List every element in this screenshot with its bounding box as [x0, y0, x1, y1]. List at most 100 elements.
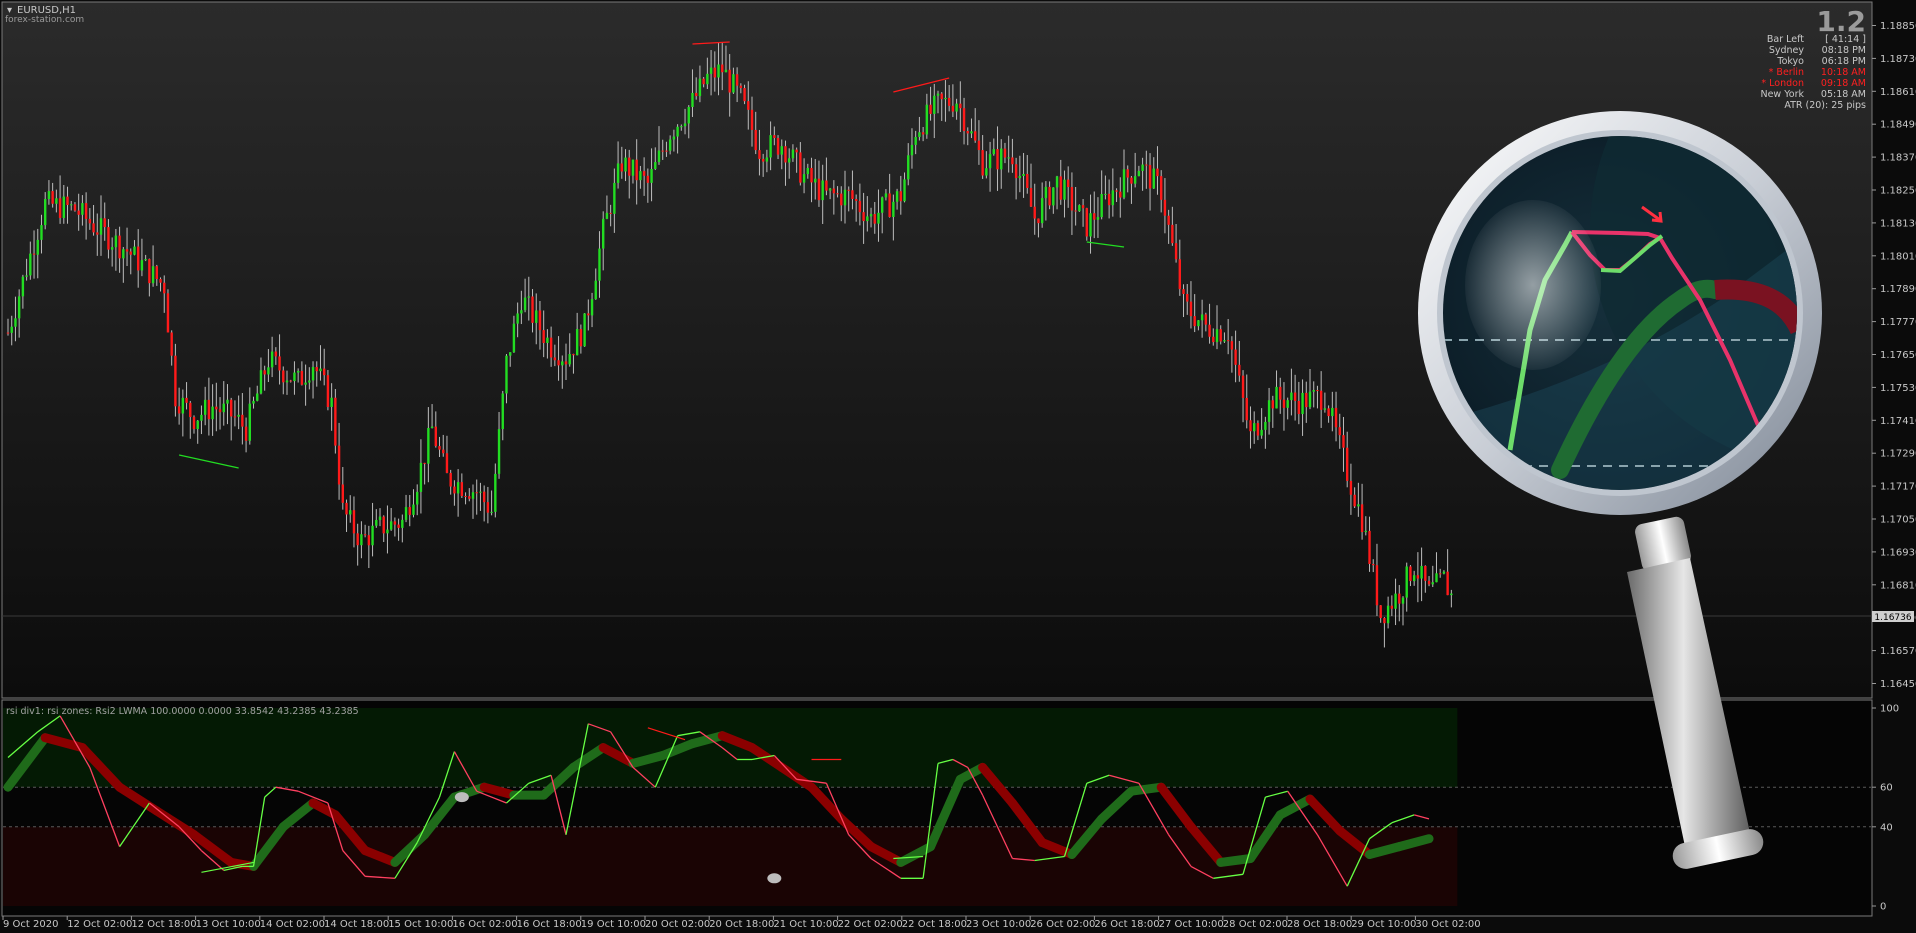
candle-body	[300, 370, 304, 385]
candle-body	[873, 214, 876, 224]
candle-body	[788, 158, 791, 163]
candle-body	[1442, 571, 1446, 574]
candle-body	[1427, 580, 1431, 585]
candle-body	[721, 64, 724, 73]
rsi-tick-label: 0	[1880, 902, 1886, 913]
candle-body	[624, 157, 627, 172]
candle-body	[639, 171, 642, 181]
candle-body	[408, 507, 411, 515]
candle-body	[196, 420, 199, 429]
candle-body	[977, 140, 981, 151]
candle-body	[1409, 566, 1412, 582]
candle-body	[572, 354, 575, 356]
candle-body	[1379, 605, 1382, 619]
candle-body	[557, 360, 560, 366]
candle-body	[163, 282, 166, 294]
candle-body	[1096, 217, 1100, 220]
candle-body	[974, 131, 977, 141]
info-row-value: 10:18 AM	[1821, 67, 1866, 78]
price-tick-label: 1.17650	[1880, 350, 1916, 361]
candle-body	[464, 495, 467, 497]
time-tick-label: 12 Oct 18:00	[131, 919, 196, 930]
candle-body	[1040, 198, 1044, 224]
candle-body	[583, 313, 586, 347]
candle-body	[445, 453, 449, 473]
candle-body	[892, 201, 895, 217]
candle-body	[1104, 193, 1107, 195]
candle-body	[542, 330, 545, 343]
candle-body	[289, 380, 292, 382]
candle-body	[77, 210, 80, 215]
candle-body	[319, 368, 322, 372]
candle-body	[304, 382, 307, 385]
candle-body	[363, 534, 367, 536]
candle-body	[1178, 259, 1181, 290]
time-tick-label: 23 Oct 10:00	[966, 919, 1031, 930]
candle-body	[1394, 593, 1397, 609]
candle-body	[226, 399, 229, 404]
candle-body	[1260, 429, 1263, 436]
candle-body	[1286, 400, 1289, 408]
info-row-label: Tokyo	[1776, 56, 1804, 67]
candle-body	[665, 150, 668, 152]
candle-body	[564, 361, 568, 365]
rsi-overbought-zone	[3, 708, 1458, 788]
time-tick-label: 14 Oct 02:00	[260, 919, 325, 930]
candle-body	[181, 397, 185, 414]
time-tick-label: 30 Oct 02:00	[1415, 919, 1480, 930]
candle-body	[1279, 386, 1282, 400]
time-tick-label: 15 Oct 10:00	[388, 919, 453, 930]
candle-body	[1119, 191, 1122, 198]
candle-body	[765, 157, 769, 162]
candle-body	[754, 129, 757, 151]
info-row-label: Bar Left	[1767, 34, 1804, 45]
time-tick-label: 9 Oct 2020	[3, 919, 58, 930]
time-tick-label: 16 Oct 18:00	[517, 919, 582, 930]
candle-body	[1293, 392, 1297, 401]
candle-body	[732, 74, 735, 93]
atr-label: ATR (20): 25 pips	[1784, 100, 1866, 111]
candle-body	[21, 276, 25, 297]
candle-body	[646, 175, 650, 183]
candle-body	[222, 403, 225, 413]
candle-body	[88, 218, 92, 224]
candle-body	[899, 191, 902, 202]
candle-body	[628, 157, 631, 176]
candle-body	[758, 150, 761, 159]
candle-body	[769, 135, 772, 158]
candle-body	[535, 310, 538, 323]
price-tick-label: 1.17890	[1880, 284, 1916, 295]
price-tick-label: 1.17410	[1880, 416, 1916, 427]
candle-body	[925, 104, 929, 135]
candle-body	[148, 259, 151, 284]
candle-body	[1093, 213, 1096, 220]
rsi-axis: 100 60 40 0	[1872, 704, 1899, 913]
candle-body	[869, 214, 873, 217]
candle-body	[1067, 179, 1070, 188]
candle-body	[936, 93, 940, 96]
candle-body	[442, 449, 445, 454]
candle-body	[1126, 169, 1129, 178]
candle-body	[903, 179, 906, 202]
candle-body	[66, 196, 69, 205]
candle-body	[602, 218, 605, 249]
candle-body	[1145, 164, 1148, 166]
candle-body	[847, 189, 850, 191]
candle-body	[215, 406, 218, 410]
candle-body	[263, 370, 266, 375]
candle-body	[1360, 504, 1364, 533]
candle-body	[914, 136, 917, 145]
price-tick-label: 1.18370	[1880, 153, 1916, 164]
candle-body	[482, 491, 486, 503]
price-tick-label: 1.18610	[1880, 87, 1916, 98]
candle-body	[620, 163, 623, 172]
price-tick-label: 1.17530	[1880, 383, 1916, 394]
candle-body	[929, 104, 932, 114]
candle-body	[691, 92, 694, 108]
candle-body	[1349, 480, 1353, 495]
candle-body	[907, 155, 910, 180]
candle-body	[1383, 618, 1386, 624]
time-axis: 9 Oct 2020 12 Oct 02:0012 Oct 18:0013 Oct…	[2, 916, 1481, 930]
candle-body	[1215, 329, 1219, 343]
candle-body	[58, 198, 62, 218]
